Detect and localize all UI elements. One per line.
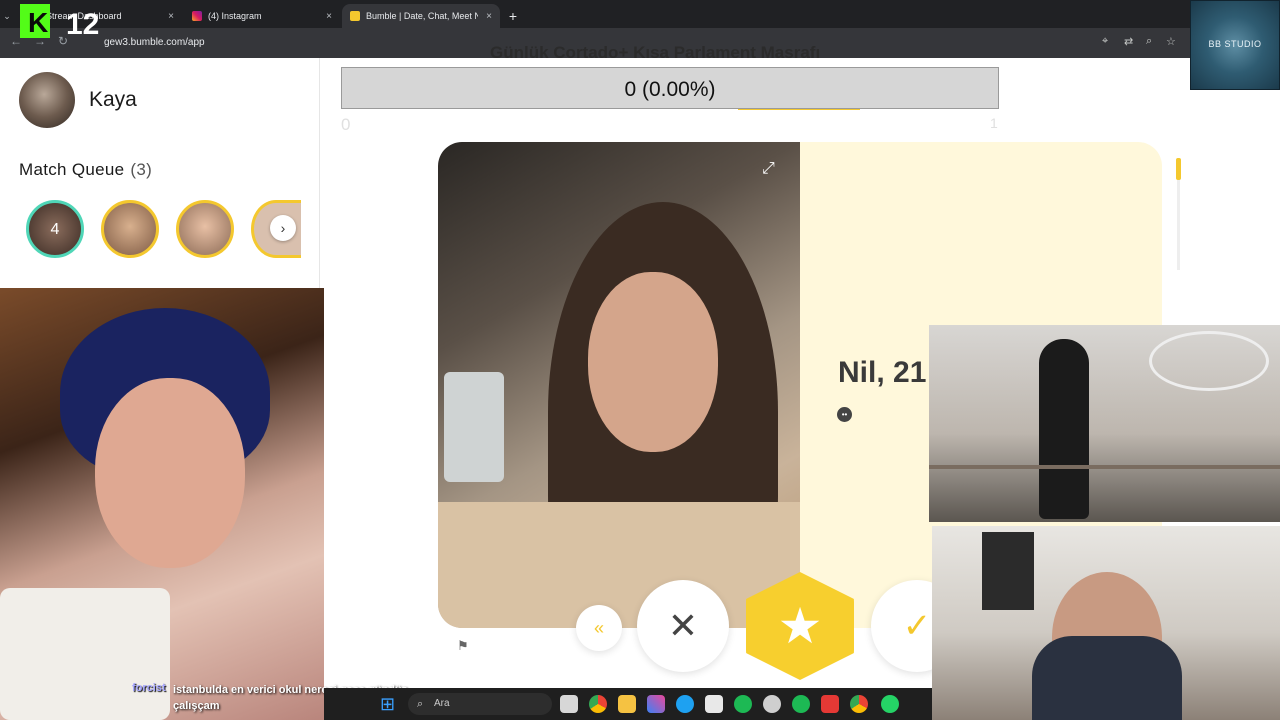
new-tab-button[interactable]: + — [503, 4, 523, 28]
k12-logo: K 12 — [20, 4, 99, 40]
progress-max: 1 — [990, 115, 998, 131]
store-icon[interactable] — [705, 695, 723, 713]
windows-taskbar: ⊞ ⌕ Ara — [324, 688, 932, 720]
progress-text: 0 (0.00%) — [624, 78, 716, 101]
pronoun-badge-icon: •• — [837, 407, 852, 422]
profile-photo[interactable] — [438, 142, 800, 628]
task-view-icon[interactable] — [560, 695, 578, 713]
instagram-icon — [192, 11, 202, 21]
copilot-icon[interactable] — [647, 695, 665, 713]
zoom-icon[interactable]: ⌕ — [1146, 35, 1152, 48]
obs-icon[interactable] — [821, 695, 839, 713]
match-queue-label: Match Queue — [19, 160, 125, 179]
edge-icon[interactable] — [676, 695, 694, 713]
close-icon[interactable]: × — [326, 11, 332, 22]
steam-icon[interactable] — [763, 695, 781, 713]
spotify-icon[interactable] — [792, 695, 810, 713]
queue-item-beeline[interactable]: 4 — [26, 200, 84, 258]
studio-logo-text: BB STUDIO — [1208, 39, 1262, 49]
username[interactable]: Kaya — [89, 88, 137, 112]
taskbar-search-placeholder: Ara — [434, 698, 450, 709]
spotify-icon[interactable] — [734, 695, 752, 713]
whatsapp-icon[interactable] — [881, 695, 899, 713]
chevron-right-icon[interactable]: › — [270, 215, 296, 241]
expand-icon[interactable]: ⤢ — [762, 160, 780, 178]
card-scroll-track[interactable] — [1177, 180, 1180, 270]
bumble-icon — [350, 11, 360, 21]
bb-studio-logo: BB STUDIO — [1190, 0, 1280, 90]
webcam-right-top — [929, 325, 1280, 522]
taskbar-search[interactable]: ⌕ Ara — [408, 693, 552, 715]
pass-button[interactable]: ✕ — [637, 580, 729, 672]
chrome-icon[interactable] — [589, 695, 607, 713]
bookmark-star-icon[interactable]: ☆ — [1166, 35, 1176, 48]
browser-tab-bar: ⌄ Stream Dashboard × (4) Instagram × Bum… — [0, 0, 1190, 28]
tab-label: (4) Instagram — [208, 11, 262, 21]
queue-item[interactable] — [101, 200, 159, 258]
queue-item[interactable] — [176, 200, 234, 258]
location-icon[interactable]: ⌖ — [1102, 35, 1108, 48]
chat-username: forcist — [132, 682, 166, 694]
stream-overlay-title: Günlük Cortado+ Kısa Parlament Masrafı — [490, 43, 821, 62]
match-queue-count: (3) — [130, 160, 153, 179]
search-icon: ⌕ — [417, 698, 424, 710]
tab-bumble[interactable]: Bumble | Date, Chat, Meet New... × — [342, 4, 500, 28]
report-flag-icon[interactable]: ⚑ — [457, 638, 469, 654]
webcam-right-bottom — [932, 526, 1280, 720]
sidebar: Kaya Match Queue (3) 4 › — [0, 58, 320, 288]
windows-start-icon[interactable]: ⊞ — [380, 694, 400, 714]
webcam-left — [0, 288, 324, 720]
file-explorer-icon[interactable] — [618, 695, 636, 713]
close-icon[interactable]: × — [168, 11, 174, 22]
card-scrollbar[interactable] — [1176, 158, 1181, 180]
translate-icon[interactable]: ⇄ — [1124, 35, 1133, 48]
goal-progress-bar: 0 (0.00%) — [341, 67, 999, 109]
avatar[interactable] — [19, 72, 75, 128]
tab-label: Bumble | Date, Chat, Meet New... — [366, 11, 478, 21]
svg-text:K: K — [28, 7, 48, 38]
k12-digits: 12 — [66, 8, 99, 40]
chrome-icon[interactable] — [850, 695, 868, 713]
progress-min: 0 — [341, 115, 351, 134]
profile-name-age: Nil, 21 — [838, 356, 927, 389]
backtrack-button[interactable]: « — [576, 605, 622, 651]
match-queue-heading: Match Queue (3) — [19, 160, 152, 180]
tab-instagram[interactable]: (4) Instagram × — [184, 4, 340, 28]
queue-count: 4 — [50, 221, 60, 238]
tab-list-icon[interactable]: ⌄ — [0, 4, 14, 28]
close-icon[interactable]: × — [486, 11, 492, 22]
